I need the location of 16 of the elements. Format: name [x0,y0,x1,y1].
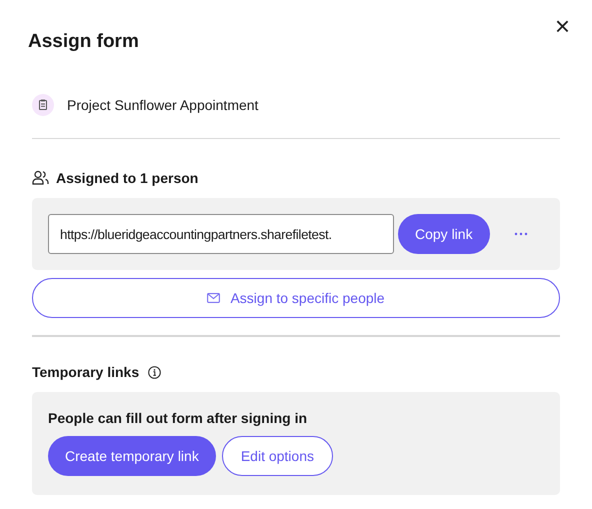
mail-icon [207,293,220,303]
dialog-title: Assign form [28,31,139,53]
info-icon[interactable] [148,366,162,378]
more-icon [514,232,528,236]
copy-link-button[interactable]: Copy link [398,214,490,254]
description-text: People can fill out form after signing in [48,410,308,426]
section-title: Temporary links [32,364,140,380]
assignment-label: Assigned to 1 person [56,170,198,186]
close-button[interactable]: × [550,12,574,40]
create-link-button[interactable]: Create temporary link [48,436,216,476]
assign-people-button[interactable]: Assign to specific people [32,278,560,318]
link-field[interactable]: https://blueridgeaccountingpartners.sharefiletest. [48,214,394,254]
clipboard-icon [32,94,54,116]
people-icon [32,170,50,186]
edit-options-button[interactable]: Edit options [222,436,333,476]
form-name: Project Sunflower Appointment [67,97,258,113]
